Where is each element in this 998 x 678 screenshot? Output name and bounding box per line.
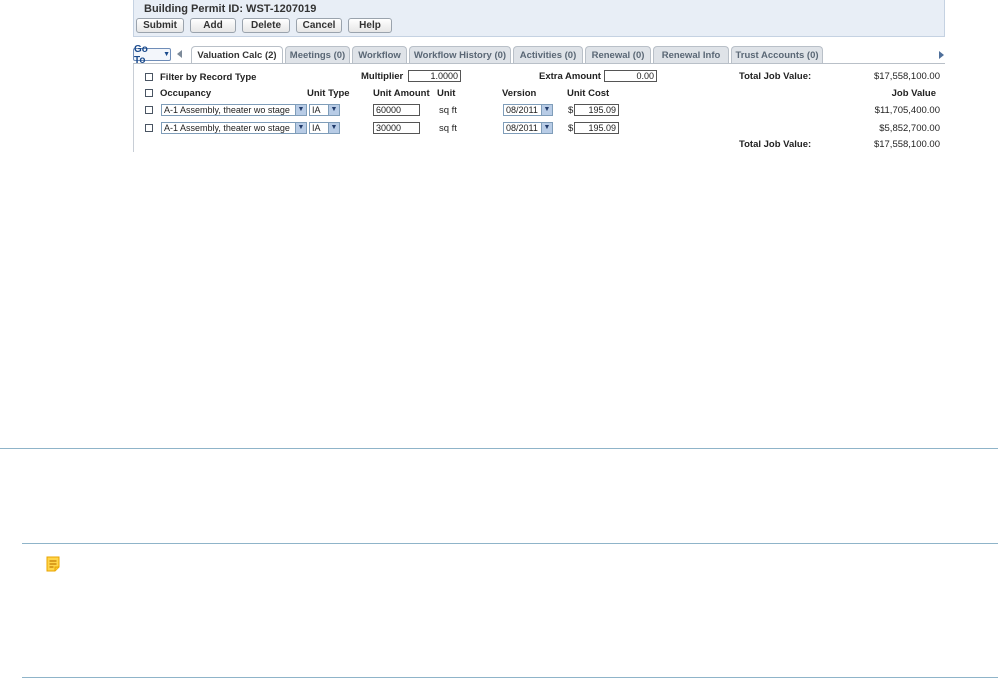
multiplier-label: Multiplier: [361, 71, 404, 82]
unit-cost-input[interactable]: 195.09: [574, 104, 619, 116]
filter-record-type-label: Filter by Record Type: [160, 72, 257, 83]
unit-cost-input[interactable]: 195.09: [574, 122, 619, 134]
tab-workflow-history[interactable]: Workflow History (0): [409, 46, 511, 63]
unit-type-value: IA: [312, 123, 321, 133]
extra-amount-label: Extra Amount: [539, 71, 601, 82]
dropdown-arrow-icon: ▼: [295, 123, 306, 133]
currency-symbol: $: [568, 105, 574, 116]
col-unit: Unit: [437, 88, 456, 99]
unit-amount-input[interactable]: 30000: [373, 122, 420, 134]
cancel-button[interactable]: Cancel: [296, 18, 342, 33]
tab-meetings[interactable]: Meetings (0): [285, 46, 350, 63]
col-unit-cost: Unit Cost: [567, 88, 610, 99]
version-select[interactable]: 08/2011 ▼: [503, 122, 553, 134]
dropdown-arrow-icon: ▼: [541, 123, 552, 133]
row-checkbox[interactable]: [145, 124, 153, 132]
valuation-calc-panel: Filter by Record Type Multiplier 1.0000 …: [133, 64, 945, 152]
add-button[interactable]: Add: [190, 18, 236, 33]
record-header: Building Permit ID: WST-1207019 Submit A…: [133, 0, 945, 37]
tab-renewal[interactable]: Renewal (0): [585, 46, 651, 63]
tab-strip: Go To ▼ Valuation Calc (2) Meetings (0) …: [133, 44, 945, 66]
unit-type-value: IA: [312, 105, 321, 115]
extra-amount-input[interactable]: 0.00: [604, 70, 657, 82]
version-value: 08/2011: [506, 123, 538, 133]
version-select[interactable]: 08/2011 ▼: [503, 104, 553, 116]
delete-button[interactable]: Delete: [242, 18, 290, 33]
total-job-value: $17,558,100.00: [873, 71, 940, 82]
section-divider: [0, 448, 998, 449]
dropdown-arrow-icon: ▼: [328, 105, 339, 115]
unit-label: sq ft: [439, 123, 457, 134]
go-to-menu[interactable]: Go To ▼: [133, 44, 171, 66]
help-button[interactable]: Help: [348, 18, 392, 33]
dropdown-arrow-icon: ▼: [328, 123, 339, 133]
tab-valuation-calc[interactable]: Valuation Calc (2): [191, 46, 283, 64]
select-all-checkbox[interactable]: [145, 89, 153, 97]
tab-renewal-info[interactable]: Renewal Info: [653, 46, 729, 63]
occupancy-value: A-1 Assembly, theater wo stage: [164, 123, 290, 133]
unit-type-select[interactable]: IA ▼: [309, 104, 340, 116]
occupancy-select[interactable]: A-1 Assembly, theater wo stage ▼: [161, 104, 307, 116]
currency-symbol: $: [568, 123, 574, 134]
job-value: $5,852,700.00: [879, 123, 940, 134]
version-value: 08/2011: [506, 105, 538, 115]
tab-activities[interactable]: Activities (0): [513, 46, 583, 63]
note-top-divider: [22, 543, 998, 544]
row-checkbox[interactable]: [145, 106, 153, 114]
col-unit-type: Unit Type: [307, 88, 350, 99]
tab-scroll-right-icon[interactable]: [939, 51, 944, 59]
occupancy-select[interactable]: A-1 Assembly, theater wo stage ▼: [161, 122, 307, 134]
dropdown-arrow-icon: ▼: [541, 105, 552, 115]
tab-workflow[interactable]: Workflow: [352, 46, 407, 63]
filter-record-type-checkbox[interactable]: [145, 73, 153, 81]
unit-amount-input[interactable]: 60000: [373, 104, 420, 116]
go-to-caret-icon: ▼: [163, 51, 170, 58]
action-toolbar: Submit Add Delete Cancel Help: [136, 18, 392, 33]
job-value: $11,705,400.00: [874, 105, 940, 116]
col-version: Version: [502, 88, 537, 99]
unit-label: sq ft: [439, 105, 457, 116]
col-unit-amount: Unit Amount: [373, 88, 430, 99]
footer-total-label: Total Job Value:: [739, 139, 812, 150]
page-title: Building Permit ID: WST-1207019: [144, 3, 317, 15]
occupancy-value: A-1 Assembly, theater wo stage: [164, 105, 290, 115]
unit-type-select[interactable]: IA ▼: [309, 122, 340, 134]
multiplier-input[interactable]: 1.0000: [408, 70, 461, 82]
tab-trust-accounts[interactable]: Trust Accounts (0): [731, 46, 823, 63]
dropdown-arrow-icon: ▼: [295, 105, 306, 115]
footer-total-value: $17,558,100.00: [873, 139, 940, 150]
tab-scroll-left-icon[interactable]: [177, 50, 182, 58]
note-icon: [46, 556, 60, 572]
col-job-value: Job Value: [891, 88, 936, 99]
tab-list: Valuation Calc (2) Meetings (0) Workflow…: [191, 46, 823, 64]
col-occupancy: Occupancy: [160, 88, 212, 99]
total-job-value-label: Total Job Value:: [739, 71, 812, 82]
submit-button[interactable]: Submit: [136, 18, 184, 33]
